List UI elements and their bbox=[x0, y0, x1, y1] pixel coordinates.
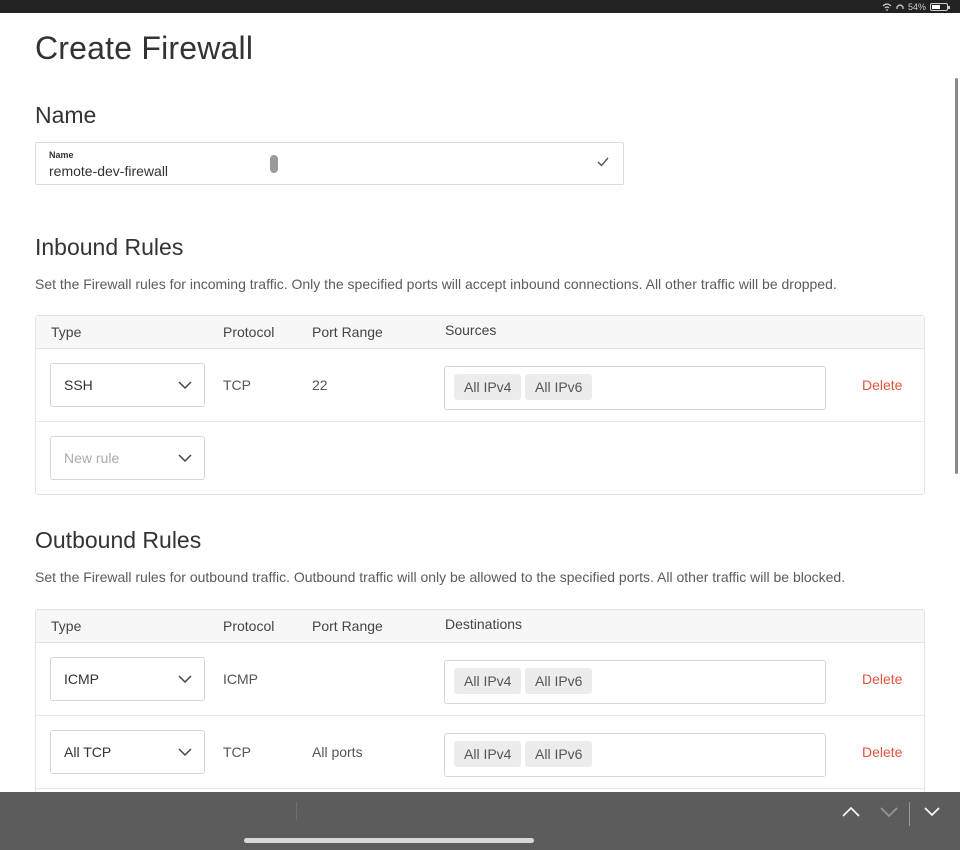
divider bbox=[296, 802, 297, 820]
col-port-range: Port Range bbox=[312, 618, 383, 634]
keyboard-accessory-bar bbox=[0, 792, 960, 850]
rule-port-range: All ports bbox=[312, 744, 363, 760]
name-field-label: Name bbox=[49, 150, 74, 160]
name-field[interactable]: Name remote-dev-firewall bbox=[35, 142, 624, 185]
destination-tag[interactable]: All IPv6 bbox=[525, 741, 593, 767]
rule-type-select[interactable]: ICMP bbox=[50, 657, 205, 701]
destination-tag[interactable]: All IPv4 bbox=[454, 668, 522, 694]
col-type: Type bbox=[51, 618, 82, 634]
col-protocol: Protocol bbox=[223, 618, 275, 634]
inbound-heading: Inbound Rules bbox=[35, 234, 184, 260]
sources-input[interactable]: All IPv4 All IPv6 bbox=[444, 366, 826, 410]
page-scrollbar[interactable] bbox=[955, 78, 958, 474]
status-bar: 54% bbox=[0, 0, 960, 13]
inbound-description: Set the Firewall rules for incoming traf… bbox=[35, 276, 837, 292]
outbound-rules-table: Type Protocol Port Range Destinations IC… bbox=[35, 609, 925, 809]
outbound-description: Set the Firewall rules for outbound traf… bbox=[35, 569, 846, 585]
delete-rule-button[interactable]: Delete bbox=[862, 671, 902, 687]
col-sources: Sources bbox=[445, 322, 497, 338]
headphones-icon bbox=[896, 3, 904, 9]
col-protocol: Protocol bbox=[223, 324, 275, 340]
destination-tag[interactable]: All IPv6 bbox=[525, 668, 593, 694]
new-rule-row: New rule bbox=[36, 422, 924, 495]
col-destinations: Destinations bbox=[445, 616, 523, 632]
destination-tag[interactable]: All IPv4 bbox=[454, 741, 522, 767]
rule-type-select[interactable]: SSH bbox=[50, 363, 205, 407]
wifi-icon bbox=[882, 2, 892, 11]
inbound-table-header: Type Protocol Port Range Sources bbox=[36, 316, 924, 349]
rule-type-value: All TCP bbox=[64, 744, 112, 760]
inbound-rule-row: SSH TCP 22 All IPv4 All IPv6 Delete bbox=[36, 349, 924, 422]
source-tag[interactable]: All IPv4 bbox=[454, 374, 522, 400]
chevron-down-icon[interactable] bbox=[878, 804, 900, 820]
destinations-input[interactable]: All IPv4 All IPv6 bbox=[444, 660, 826, 704]
check-icon bbox=[597, 157, 609, 167]
rule-protocol: ICMP bbox=[223, 671, 258, 687]
rule-type-select[interactable]: All TCP bbox=[50, 730, 205, 774]
chevron-up-icon[interactable] bbox=[840, 804, 862, 820]
status-icons: 54% bbox=[882, 0, 950, 13]
battery-percent: 54% bbox=[907, 1, 926, 12]
col-type: Type bbox=[51, 324, 82, 340]
rule-port-range: 22 bbox=[312, 377, 328, 393]
rule-protocol: TCP bbox=[223, 377, 251, 393]
outbound-heading: Outbound Rules bbox=[35, 527, 202, 553]
delete-rule-button[interactable]: Delete bbox=[862, 377, 902, 393]
text-cursor-handle[interactable] bbox=[270, 155, 278, 173]
keyboard-dismiss-icon[interactable] bbox=[921, 804, 943, 820]
name-field-value[interactable]: remote-dev-firewall bbox=[49, 163, 168, 179]
rule-type-value: ICMP bbox=[64, 671, 99, 687]
chevron-down-icon bbox=[178, 454, 192, 463]
home-indicator[interactable] bbox=[244, 838, 534, 843]
rule-protocol: TCP bbox=[223, 744, 251, 760]
battery-icon bbox=[930, 2, 950, 11]
delete-rule-button[interactable]: Delete bbox=[862, 744, 902, 760]
col-port-range: Port Range bbox=[312, 324, 383, 340]
outbound-rule-row: ICMP ICMP All IPv4 All IPv6 Delete bbox=[36, 643, 924, 716]
destinations-input[interactable]: All IPv4 All IPv6 bbox=[444, 733, 826, 777]
divider bbox=[909, 802, 910, 826]
page-title: Create Firewall bbox=[35, 30, 254, 66]
outbound-table-header: Type Protocol Port Range Destinations bbox=[36, 610, 924, 643]
outbound-rule-row: All TCP TCP All ports All IPv4 All IPv6 … bbox=[36, 716, 924, 789]
chevron-down-icon bbox=[178, 748, 192, 757]
chevron-down-icon bbox=[178, 675, 192, 684]
chevron-down-icon bbox=[178, 381, 192, 390]
new-rule-placeholder: New rule bbox=[64, 450, 120, 466]
rule-type-value: SSH bbox=[64, 377, 93, 393]
inbound-rules-table: Type Protocol Port Range Sources SSH TCP… bbox=[35, 315, 925, 495]
source-tag[interactable]: All IPv6 bbox=[525, 374, 593, 400]
new-rule-select[interactable]: New rule bbox=[50, 436, 205, 480]
name-heading: Name bbox=[35, 102, 97, 128]
